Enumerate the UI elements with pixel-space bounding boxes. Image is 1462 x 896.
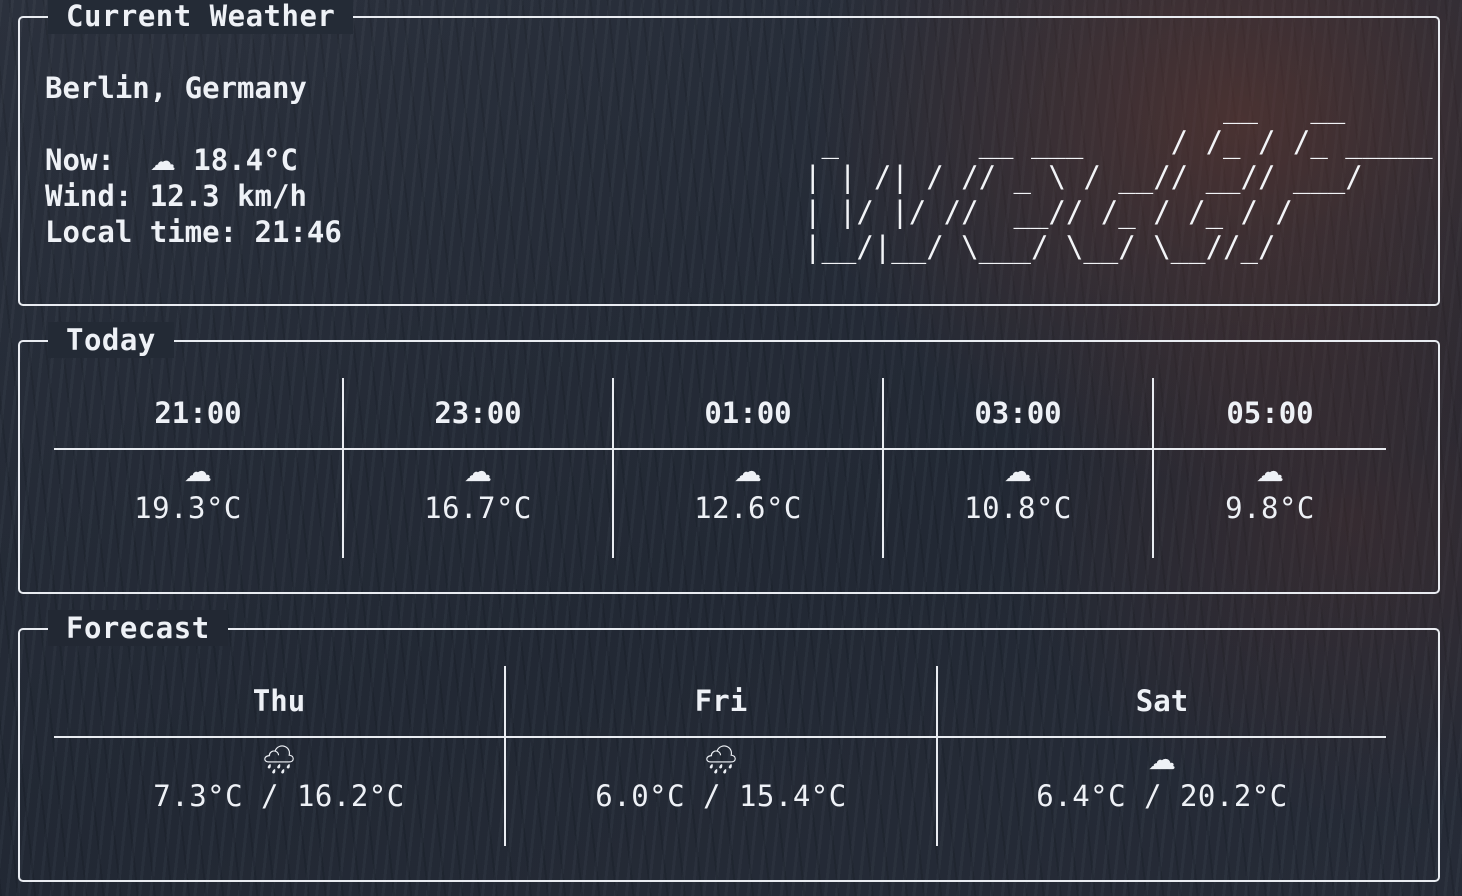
cloud-icon: ☁ (734, 455, 762, 488)
cloud-icon: ☁ (184, 455, 212, 488)
wind-row: Wind: 12.3 km/h (45, 178, 307, 214)
forecast-day-column: Fri 🌧 6.0°C / 15.4°C (504, 666, 936, 846)
forecast-temperature-range: 6.0°C / 15.4°C (595, 779, 847, 813)
now-label: Now: (45, 143, 115, 177)
cloud-icon: ☁ (149, 147, 176, 177)
hour-column: 05:00 ☁ 9.8°C (1152, 378, 1386, 558)
today-title: Today (48, 322, 174, 358)
current-weather-panel: Current Weather Berlin, Germany Now: ☁ 1… (18, 0, 1440, 306)
forecast-day: Thu (54, 666, 504, 738)
forecast-day: Sat (938, 666, 1386, 738)
hourly-table: 21:00 ☁ 19.3°C 23:00 ☁ 16.7°C 01:00 ☁ 12… (54, 378, 1386, 558)
forecast-day-column: Sat ☁ 6.4°C / 20.2°C (936, 666, 1386, 846)
local-time-label: Local time: (45, 215, 238, 249)
hour-time: 01:00 (614, 378, 882, 450)
hour-temperature: 10.8°C (964, 491, 1072, 525)
rain-cloud-icon: 🌧 (261, 743, 297, 776)
ascii-logo: __ __ _ __ ___ / /_ / /_ _____ | | /| / … (804, 90, 1433, 264)
local-time-row: Local time: 21:46 (45, 214, 342, 250)
wind-label: Wind: (45, 179, 133, 213)
rain-cloud-icon: 🌧 (703, 743, 739, 776)
cloud-icon: ☁ (1256, 455, 1284, 488)
hour-column: 03:00 ☁ 10.8°C (882, 378, 1152, 558)
hour-temperature: 12.6°C (694, 491, 802, 525)
now-temperature: 18.4°C (193, 143, 298, 177)
forecast-day-column: Thu 🌧 7.3°C / 16.2°C (54, 666, 504, 846)
local-time-value: 21:46 (254, 215, 342, 249)
forecast-title: Forecast (48, 610, 228, 646)
hour-time: 21:00 (54, 378, 342, 450)
hour-temperature: 9.8°C (1225, 491, 1315, 525)
current-weather-title: Current Weather (48, 0, 354, 34)
now-row: Now: ☁ 18.4°C (45, 142, 298, 180)
hour-time: 23:00 (344, 378, 612, 450)
cloud-icon: ☁ (1148, 743, 1176, 776)
hour-time: 05:00 (1154, 378, 1386, 450)
forecast-table: Thu 🌧 7.3°C / 16.2°C Fri 🌧 6.0°C / 15.4°… (54, 666, 1386, 846)
forecast-temperature-range: 7.3°C / 16.2°C (153, 779, 405, 813)
hour-temperature: 19.3°C (134, 491, 242, 525)
wind-value: 12.3 km/h (149, 179, 307, 213)
forecast-panel: Forecast Thu 🌧 7.3°C / 16.2°C Fri 🌧 6.0°… (18, 610, 1440, 882)
hour-column: 23:00 ☁ 16.7°C (342, 378, 612, 558)
hour-column: 21:00 ☁ 19.3°C (54, 378, 342, 558)
hour-column: 01:00 ☁ 12.6°C (612, 378, 882, 558)
today-panel: Today 21:00 ☁ 19.3°C 23:00 ☁ 16.7°C 01:0… (18, 322, 1440, 594)
forecast-day: Fri (506, 666, 936, 738)
cloud-icon: ☁ (1004, 455, 1032, 488)
location-label: Berlin, Germany (45, 71, 307, 105)
hour-temperature: 16.7°C (424, 491, 532, 525)
hour-time: 03:00 (884, 378, 1152, 450)
cloud-icon: ☁ (464, 455, 492, 488)
forecast-temperature-range: 6.4°C / 20.2°C (1036, 779, 1288, 813)
